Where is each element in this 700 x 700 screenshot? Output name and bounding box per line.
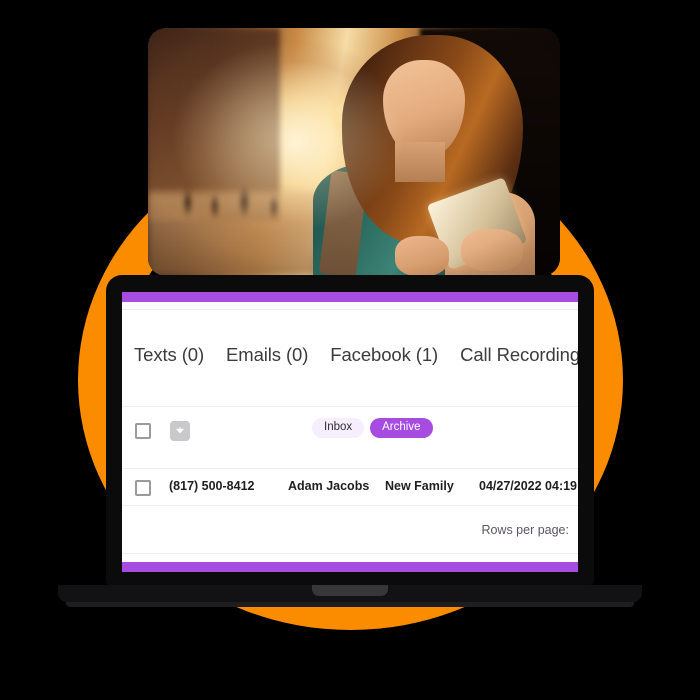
hero-photo	[148, 28, 560, 276]
photo-person-neck	[395, 142, 445, 182]
filter-chip-inbox[interactable]: Inbox	[312, 418, 365, 438]
cell-contact-name: Adam Jacobs	[288, 479, 370, 493]
cell-datetime: 04/27/2022 04:19	[479, 479, 578, 493]
row-select-checkbox[interactable]	[135, 480, 151, 496]
select-all-checkbox[interactable]	[135, 423, 151, 439]
screenshot-stage: . Texts (0) Emails (0) Facebook (1) Call…	[0, 0, 700, 700]
laptop-screen: . Texts (0) Emails (0) Facebook (1) Call…	[122, 292, 578, 572]
laptop-foot-shadow	[66, 602, 634, 607]
download-icon[interactable]	[170, 421, 190, 441]
table-row[interactable]: (817) 500-8412 Adam Jacobs New Family 04…	[122, 468, 578, 506]
tab-call-recordings[interactable]: Call Recordings (1)	[449, 344, 578, 366]
filter-chip-archive[interactable]: Archive	[370, 418, 433, 438]
laptop-base-notch	[312, 585, 388, 596]
table-toolbar-row: Inbox Archive	[122, 406, 578, 456]
photo-person-hand-right	[461, 228, 523, 272]
app-top-accent-bar	[122, 292, 578, 302]
app-content-area: . Texts (0) Emails (0) Facebook (1) Call…	[122, 310, 578, 562]
footer-divider	[122, 553, 578, 554]
tab-bar: . Texts (0) Emails (0) Facebook (1) Call…	[122, 344, 578, 366]
tab-texts[interactable]: Texts (0)	[123, 344, 215, 366]
app-bottom-accent-bar	[122, 562, 578, 572]
app-sub-bar	[122, 302, 578, 310]
inbox-archive-filter-group: Inbox Archive	[312, 418, 433, 438]
cell-phone-number: (817) 500-8412	[169, 479, 255, 493]
tab-emails[interactable]: Emails (0)	[215, 344, 319, 366]
table-footer: Rows per page:	[122, 515, 578, 554]
tab-facebook[interactable]: Facebook (1)	[319, 344, 449, 366]
photo-person-hand-left	[395, 236, 449, 276]
cell-tag-label: New Family	[385, 479, 454, 493]
photo-background-crowd	[172, 166, 297, 227]
rows-per-page-label: Rows per page:	[481, 523, 569, 537]
